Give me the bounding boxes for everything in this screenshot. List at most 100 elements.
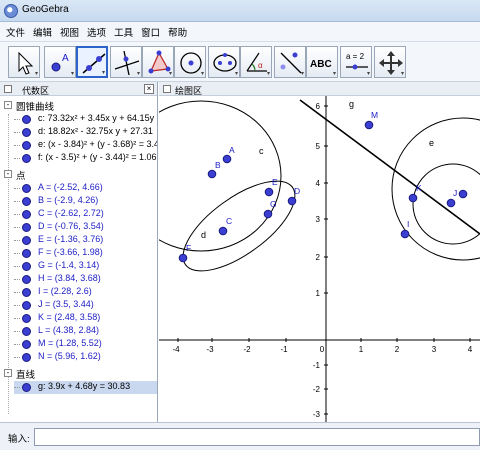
list-item[interactable]: A = (-2.52, 4.66) <box>14 182 157 195</box>
visibility-dot-icon[interactable] <box>22 314 31 323</box>
point-E[interactable] <box>264 187 274 197</box>
list-item[interactable]: B = (-2.9, 4.26) <box>14 195 157 208</box>
algebra-view: 代数区 × - 圆锥曲线 c: 73.32x² + 3.45x y + 64.1… <box>0 82 158 422</box>
list-item-selected[interactable]: g: 3.9x + 4.68y = 30.83 <box>14 381 157 394</box>
slider-tool-label: a = 2 <box>346 52 365 61</box>
input-field[interactable] <box>34 428 480 446</box>
x-tick-label: -1 <box>280 345 288 354</box>
list-item[interactable]: M = (1.28, 5.52) <box>14 338 157 351</box>
menu-view[interactable]: 视图 <box>60 25 79 39</box>
visibility-dot-icon[interactable] <box>22 210 31 219</box>
list-item[interactable]: c: 73.32x² + 3.45x y + 64.15y <box>14 113 157 126</box>
y-tick-label: -1 <box>313 361 321 370</box>
list-item[interactable]: C = (-2.62, 2.72) <box>14 208 157 221</box>
algebra-view-title: 代数区 <box>22 86 50 96</box>
panel-menu-toggle[interactable] <box>163 85 171 93</box>
point-H[interactable] <box>458 189 468 199</box>
visibility-dot-icon[interactable] <box>22 223 31 232</box>
menu-tools[interactable]: 工具 <box>114 25 133 39</box>
menu-edit[interactable]: 编辑 <box>33 25 52 39</box>
point-definition: I = (2.28, 2.6) <box>38 286 92 296</box>
visibility-dot-icon[interactable] <box>22 236 31 245</box>
visibility-dot-icon[interactable] <box>22 383 31 392</box>
polygon-tool-button[interactable]: ▾ <box>142 46 174 78</box>
list-item[interactable]: N = (5.96, 1.62) <box>14 351 157 364</box>
list-item[interactable]: J = (3.5, 3.44) <box>14 299 157 312</box>
list-item[interactable]: e: (x - 3.84)² + (y - 3.68)² = 3.4 <box>14 139 157 152</box>
menu-window[interactable]: 窗口 <box>141 25 160 39</box>
menu-file[interactable]: 文件 <box>6 25 25 39</box>
graphics-canvas[interactable]: -4 -3 -2 -1 0 1 2 3 4 6 5 4 3 2 1 -1 -2 … <box>159 96 480 422</box>
point-label-D: D <box>294 186 300 196</box>
list-item[interactable]: D = (-0.76, 3.54) <box>14 221 157 234</box>
visibility-dot-icon[interactable] <box>22 275 31 284</box>
conic-d[interactable] <box>169 165 309 288</box>
line-g[interactable] <box>299 99 480 235</box>
reflect-tool-button[interactable]: ▾ <box>274 46 306 78</box>
visibility-dot-icon[interactable] <box>22 249 31 258</box>
input-label: 输入: <box>8 434 30 445</box>
visibility-dot-icon[interactable] <box>22 197 31 206</box>
slider-tool-button[interactable]: a = 2 ▾ <box>340 46 372 78</box>
perpendicular-tool-button[interactable]: ▾ <box>110 46 142 78</box>
visibility-dot-icon[interactable] <box>22 353 31 362</box>
list-item[interactable]: d: 18.82x² - 32.75x y + 27.31 <box>14 126 157 139</box>
circle-e[interactable] <box>391 117 480 261</box>
visibility-dot-icon[interactable] <box>22 262 31 271</box>
point-definition: M = (1.28, 5.52) <box>38 338 102 348</box>
list-item[interactable]: K = (2.48, 3.58) <box>14 312 157 325</box>
point-D[interactable] <box>287 196 297 206</box>
point-tool-button[interactable]: A ▾ <box>44 46 76 78</box>
close-icon[interactable]: × <box>144 84 154 94</box>
y-tick-label: 6 <box>316 102 321 111</box>
menu-help[interactable]: 帮助 <box>168 25 187 39</box>
point-M[interactable] <box>364 120 374 130</box>
collapse-icon[interactable]: - <box>4 101 12 109</box>
circle-tool-button[interactable]: ▾ <box>174 46 206 78</box>
point-label-K: K <box>416 183 422 193</box>
move-graphics-tool-button[interactable]: ▾ <box>374 46 406 78</box>
points: A B C D E F G I J K M <box>178 110 468 263</box>
x-tick-label: 3 <box>432 345 437 354</box>
point-F[interactable] <box>178 253 188 263</box>
visibility-dot-icon[interactable] <box>22 154 31 163</box>
point-B[interactable] <box>207 169 217 179</box>
point-K[interactable] <box>408 193 418 203</box>
graphics-view[interactable]: 绘图区 -4 -3 -2 -1 0 1 2 3 4 6 5 4 3 2 1 -1… <box>159 82 480 422</box>
text-tool-button[interactable]: ABC ▾ <box>306 46 338 78</box>
visibility-dot-icon[interactable] <box>22 288 31 297</box>
list-item[interactable]: L = (4.38, 2.84) <box>14 325 157 338</box>
visibility-dot-icon[interactable] <box>22 184 31 193</box>
line-tool-button[interactable]: ▾ <box>76 46 108 78</box>
point-C[interactable] <box>218 226 228 236</box>
circle-f[interactable] <box>412 163 480 245</box>
point-I[interactable] <box>400 229 410 239</box>
visibility-dot-icon[interactable] <box>22 327 31 336</box>
angle-tool-button[interactable]: α ▾ <box>240 46 272 78</box>
list-item[interactable]: I = (2.28, 2.6) <box>14 286 157 299</box>
group-conics-label: 圆锥曲线 <box>16 102 55 113</box>
visibility-dot-icon[interactable] <box>22 340 31 349</box>
visibility-dot-icon[interactable] <box>22 115 31 124</box>
graphics-view-header: 绘图区 <box>159 82 480 96</box>
visibility-dot-icon[interactable] <box>22 128 31 137</box>
list-item[interactable]: G = (-1.4, 3.14) <box>14 260 157 273</box>
move-tool-button[interactable]: ▾ <box>8 46 40 78</box>
point-A[interactable] <box>222 154 232 164</box>
list-item[interactable]: H = (3.84, 3.68) <box>14 273 157 286</box>
conic-c-definition: c: 73.32x² + 3.45x y + 64.15y <box>38 113 155 123</box>
list-item[interactable]: F = (-3.66, 1.98) <box>14 247 157 260</box>
point-G[interactable] <box>263 209 273 219</box>
list-item[interactable]: f: (x - 3.5)² + (y - 3.44)² = 1.06 <box>14 152 157 165</box>
visibility-dot-icon[interactable] <box>22 301 31 310</box>
collapse-icon[interactable]: - <box>4 369 12 377</box>
ellipse-tool-button[interactable]: ▾ <box>208 46 240 78</box>
menu-options[interactable]: 选项 <box>87 25 106 39</box>
panel-menu-toggle[interactable] <box>4 85 12 93</box>
list-item[interactable]: E = (-1.36, 3.76) <box>14 234 157 247</box>
point-J[interactable] <box>446 198 456 208</box>
conic-d-definition: d: 18.82x² - 32.75x y + 27.31 <box>38 126 153 136</box>
point-label-G: G <box>270 199 277 209</box>
visibility-dot-icon[interactable] <box>22 141 31 150</box>
collapse-icon[interactable]: - <box>4 170 12 178</box>
